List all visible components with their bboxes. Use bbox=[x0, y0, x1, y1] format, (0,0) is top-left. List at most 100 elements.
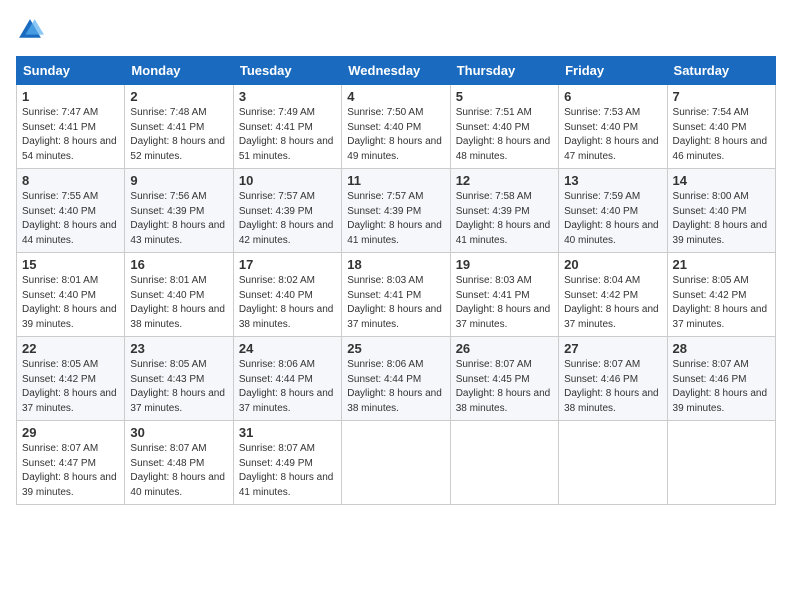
day-info: Sunrise: 7:54 AMSunset: 4:40 PMDaylight:… bbox=[673, 106, 770, 164]
calendar-cell bbox=[667, 421, 775, 505]
calendar-cell: 26 Sunrise: 8:07 AMSunset: 4:45 PMDaylig… bbox=[450, 337, 558, 421]
day-number: 6 bbox=[564, 89, 661, 104]
calendar-cell bbox=[342, 421, 450, 505]
day-number: 28 bbox=[673, 341, 770, 356]
calendar-header-friday: Friday bbox=[559, 57, 667, 85]
calendar-cell: 21 Sunrise: 8:05 AMSunset: 4:42 PMDaylig… bbox=[667, 253, 775, 337]
day-info: Sunrise: 8:05 AMSunset: 4:42 PMDaylight:… bbox=[22, 358, 119, 416]
day-number: 8 bbox=[22, 173, 119, 188]
day-info: Sunrise: 7:51 AMSunset: 4:40 PMDaylight:… bbox=[456, 106, 553, 164]
day-info: Sunrise: 8:06 AMSunset: 4:44 PMDaylight:… bbox=[239, 358, 336, 416]
day-info: Sunrise: 8:01 AMSunset: 4:40 PMDaylight:… bbox=[22, 274, 119, 332]
day-number: 26 bbox=[456, 341, 553, 356]
calendar-cell: 9 Sunrise: 7:56 AMSunset: 4:39 PMDayligh… bbox=[125, 169, 233, 253]
day-info: Sunrise: 8:05 AMSunset: 4:43 PMDaylight:… bbox=[130, 358, 227, 416]
day-number: 13 bbox=[564, 173, 661, 188]
day-info: Sunrise: 7:49 AMSunset: 4:41 PMDaylight:… bbox=[239, 106, 336, 164]
calendar-cell: 22 Sunrise: 8:05 AMSunset: 4:42 PMDaylig… bbox=[17, 337, 125, 421]
day-info: Sunrise: 8:02 AMSunset: 4:40 PMDaylight:… bbox=[239, 274, 336, 332]
calendar-header-thursday: Thursday bbox=[450, 57, 558, 85]
day-number: 2 bbox=[130, 89, 227, 104]
day-number: 12 bbox=[456, 173, 553, 188]
calendar-cell: 10 Sunrise: 7:57 AMSunset: 4:39 PMDaylig… bbox=[233, 169, 341, 253]
calendar-cell: 7 Sunrise: 7:54 AMSunset: 4:40 PMDayligh… bbox=[667, 85, 775, 169]
day-info: Sunrise: 7:56 AMSunset: 4:39 PMDaylight:… bbox=[130, 190, 227, 248]
calendar-cell: 5 Sunrise: 7:51 AMSunset: 4:40 PMDayligh… bbox=[450, 85, 558, 169]
day-number: 15 bbox=[22, 257, 119, 272]
day-number: 30 bbox=[130, 425, 227, 440]
calendar-cell: 16 Sunrise: 8:01 AMSunset: 4:40 PMDaylig… bbox=[125, 253, 233, 337]
day-info: Sunrise: 8:07 AMSunset: 4:48 PMDaylight:… bbox=[130, 442, 227, 500]
day-number: 10 bbox=[239, 173, 336, 188]
day-number: 1 bbox=[22, 89, 119, 104]
day-info: Sunrise: 8:00 AMSunset: 4:40 PMDaylight:… bbox=[673, 190, 770, 248]
day-number: 14 bbox=[673, 173, 770, 188]
calendar-cell: 17 Sunrise: 8:02 AMSunset: 4:40 PMDaylig… bbox=[233, 253, 341, 337]
calendar-cell: 12 Sunrise: 7:58 AMSunset: 4:39 PMDaylig… bbox=[450, 169, 558, 253]
day-number: 20 bbox=[564, 257, 661, 272]
calendar-cell: 3 Sunrise: 7:49 AMSunset: 4:41 PMDayligh… bbox=[233, 85, 341, 169]
day-info: Sunrise: 8:01 AMSunset: 4:40 PMDaylight:… bbox=[130, 274, 227, 332]
day-info: Sunrise: 8:03 AMSunset: 4:41 PMDaylight:… bbox=[456, 274, 553, 332]
day-info: Sunrise: 8:05 AMSunset: 4:42 PMDaylight:… bbox=[673, 274, 770, 332]
calendar-table: SundayMondayTuesdayWednesdayThursdayFrid… bbox=[16, 56, 776, 505]
day-info: Sunrise: 8:03 AMSunset: 4:41 PMDaylight:… bbox=[347, 274, 444, 332]
day-info: Sunrise: 8:04 AMSunset: 4:42 PMDaylight:… bbox=[564, 274, 661, 332]
calendar-cell: 20 Sunrise: 8:04 AMSunset: 4:42 PMDaylig… bbox=[559, 253, 667, 337]
day-number: 16 bbox=[130, 257, 227, 272]
day-number: 17 bbox=[239, 257, 336, 272]
logo-icon bbox=[16, 16, 44, 44]
day-number: 23 bbox=[130, 341, 227, 356]
day-number: 5 bbox=[456, 89, 553, 104]
calendar-cell: 4 Sunrise: 7:50 AMSunset: 4:40 PMDayligh… bbox=[342, 85, 450, 169]
logo bbox=[16, 16, 48, 44]
calendar-header-wednesday: Wednesday bbox=[342, 57, 450, 85]
calendar-cell bbox=[559, 421, 667, 505]
calendar-cell: 2 Sunrise: 7:48 AMSunset: 4:41 PMDayligh… bbox=[125, 85, 233, 169]
day-number: 18 bbox=[347, 257, 444, 272]
calendar-cell: 27 Sunrise: 8:07 AMSunset: 4:46 PMDaylig… bbox=[559, 337, 667, 421]
calendar-cell: 15 Sunrise: 8:01 AMSunset: 4:40 PMDaylig… bbox=[17, 253, 125, 337]
day-number: 22 bbox=[22, 341, 119, 356]
day-info: Sunrise: 7:58 AMSunset: 4:39 PMDaylight:… bbox=[456, 190, 553, 248]
day-info: Sunrise: 8:07 AMSunset: 4:49 PMDaylight:… bbox=[239, 442, 336, 500]
day-number: 31 bbox=[239, 425, 336, 440]
day-number: 7 bbox=[673, 89, 770, 104]
day-info: Sunrise: 7:55 AMSunset: 4:40 PMDaylight:… bbox=[22, 190, 119, 248]
calendar-header-monday: Monday bbox=[125, 57, 233, 85]
calendar-cell: 13 Sunrise: 7:59 AMSunset: 4:40 PMDaylig… bbox=[559, 169, 667, 253]
day-info: Sunrise: 8:07 AMSunset: 4:45 PMDaylight:… bbox=[456, 358, 553, 416]
day-info: Sunrise: 7:57 AMSunset: 4:39 PMDaylight:… bbox=[347, 190, 444, 248]
calendar-header-tuesday: Tuesday bbox=[233, 57, 341, 85]
day-info: Sunrise: 8:06 AMSunset: 4:44 PMDaylight:… bbox=[347, 358, 444, 416]
day-number: 3 bbox=[239, 89, 336, 104]
day-info: Sunrise: 7:57 AMSunset: 4:39 PMDaylight:… bbox=[239, 190, 336, 248]
calendar-cell: 29 Sunrise: 8:07 AMSunset: 4:47 PMDaylig… bbox=[17, 421, 125, 505]
day-info: Sunrise: 7:53 AMSunset: 4:40 PMDaylight:… bbox=[564, 106, 661, 164]
calendar-cell: 18 Sunrise: 8:03 AMSunset: 4:41 PMDaylig… bbox=[342, 253, 450, 337]
day-number: 29 bbox=[22, 425, 119, 440]
calendar-cell: 31 Sunrise: 8:07 AMSunset: 4:49 PMDaylig… bbox=[233, 421, 341, 505]
calendar-cell: 23 Sunrise: 8:05 AMSunset: 4:43 PMDaylig… bbox=[125, 337, 233, 421]
calendar-cell: 14 Sunrise: 8:00 AMSunset: 4:40 PMDaylig… bbox=[667, 169, 775, 253]
calendar-cell: 6 Sunrise: 7:53 AMSunset: 4:40 PMDayligh… bbox=[559, 85, 667, 169]
page-header bbox=[16, 16, 776, 44]
day-info: Sunrise: 7:47 AMSunset: 4:41 PMDaylight:… bbox=[22, 106, 119, 164]
day-info: Sunrise: 8:07 AMSunset: 4:47 PMDaylight:… bbox=[22, 442, 119, 500]
calendar-cell bbox=[450, 421, 558, 505]
day-info: Sunrise: 7:50 AMSunset: 4:40 PMDaylight:… bbox=[347, 106, 444, 164]
day-number: 11 bbox=[347, 173, 444, 188]
calendar-cell: 1 Sunrise: 7:47 AMSunset: 4:41 PMDayligh… bbox=[17, 85, 125, 169]
day-number: 21 bbox=[673, 257, 770, 272]
calendar-cell: 30 Sunrise: 8:07 AMSunset: 4:48 PMDaylig… bbox=[125, 421, 233, 505]
calendar-cell: 28 Sunrise: 8:07 AMSunset: 4:46 PMDaylig… bbox=[667, 337, 775, 421]
day-number: 9 bbox=[130, 173, 227, 188]
calendar-cell: 25 Sunrise: 8:06 AMSunset: 4:44 PMDaylig… bbox=[342, 337, 450, 421]
calendar-cell: 11 Sunrise: 7:57 AMSunset: 4:39 PMDaylig… bbox=[342, 169, 450, 253]
day-number: 27 bbox=[564, 341, 661, 356]
calendar-cell: 19 Sunrise: 8:03 AMSunset: 4:41 PMDaylig… bbox=[450, 253, 558, 337]
calendar-cell: 8 Sunrise: 7:55 AMSunset: 4:40 PMDayligh… bbox=[17, 169, 125, 253]
day-info: Sunrise: 8:07 AMSunset: 4:46 PMDaylight:… bbox=[673, 358, 770, 416]
day-info: Sunrise: 7:48 AMSunset: 4:41 PMDaylight:… bbox=[130, 106, 227, 164]
day-info: Sunrise: 7:59 AMSunset: 4:40 PMDaylight:… bbox=[564, 190, 661, 248]
